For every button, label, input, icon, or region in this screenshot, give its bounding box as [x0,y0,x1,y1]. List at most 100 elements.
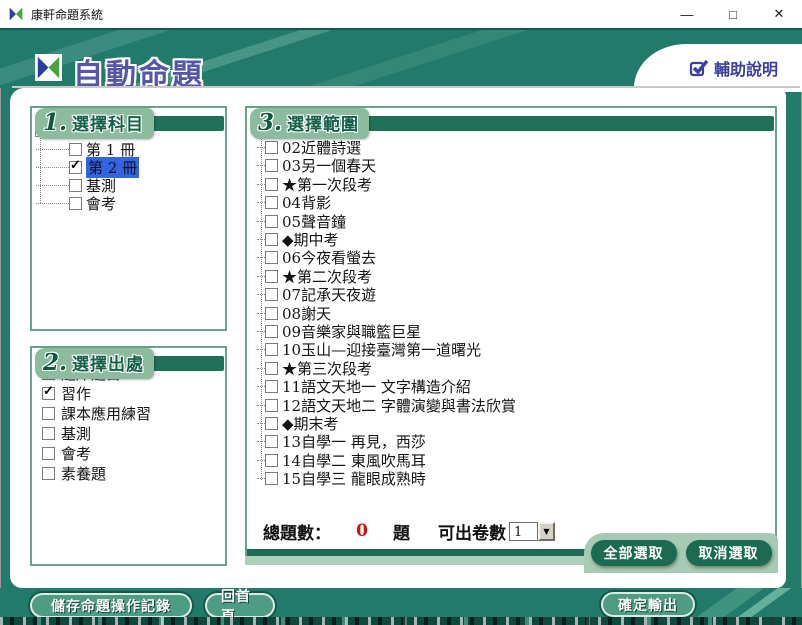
range-item[interactable]: ◆期末考 [257,414,775,432]
checkbox[interactable] [265,435,278,448]
source-option[interactable]: 會考 [42,443,225,463]
divider [12,86,800,88]
item-label[interactable]: 習作 [61,383,91,404]
save-log-button[interactable]: 儲存命題操作記錄 [30,593,192,618]
checkbox[interactable] [69,179,82,192]
checkbox[interactable] [265,178,278,191]
minimize-button[interactable]: — [664,0,710,28]
combo-arrow-button[interactable]: ▼ [538,522,555,541]
checkbox[interactable] [265,380,278,393]
page-title: 自動命題 [73,50,205,88]
item-label[interactable]: 基測 [61,423,91,444]
papers-combobox[interactable]: 1 ▼ [509,522,555,541]
range-item[interactable]: 11語文天地一 文字構造介紹 [257,377,775,395]
range-item[interactable]: 12語文天地二 字體演變與書法欣賞 [257,396,775,414]
checkbox[interactable] [265,196,278,209]
deselect-all-button[interactable]: 取消選取 [686,540,772,566]
checkbox[interactable] [265,454,278,467]
item-label[interactable]: 課本應用練習 [61,403,151,424]
confirm-output-button[interactable]: 確定輸出 [601,592,695,617]
panel-title: 選擇科目 [72,110,144,135]
checkbox[interactable] [265,325,278,338]
panel-select-subject: 1. 選擇科目 國文第 1 冊第 2 冊基測會考 [30,106,227,331]
source-option[interactable]: 習作 [42,383,225,403]
range-item[interactable]: 09音樂家與職籃巨星 [257,322,775,340]
checkbox[interactable] [42,447,55,460]
checkbox[interactable] [42,427,55,440]
tree-connector [257,386,265,387]
range-item[interactable]: 15自學三 龍眼成熟時 [257,469,775,487]
banner-bar [360,116,774,131]
help-label: 輔助說明 [714,56,778,80]
range-item[interactable]: 07記承天夜遊 [257,286,775,304]
tree-connector [36,167,69,168]
panel-select-source: 2. 選擇出處 題庫題目習作課本應用練習基測會考素養題 [30,346,227,566]
source-option[interactable]: 素養題 [42,463,225,483]
checkbox[interactable] [265,399,278,412]
checkbox[interactable] [265,141,278,154]
clipped-marquee-strip [0,617,802,625]
source-option[interactable]: 課本應用練習 [42,403,225,423]
range-item[interactable]: 14自學二 東風吹馬耳 [257,451,775,469]
checkbox[interactable] [265,472,278,485]
range-item[interactable]: 08謝天 [257,304,775,322]
item-label[interactable]: 會考 [86,193,116,214]
range-item[interactable]: 02近體詩選 [257,138,775,156]
tree-node[interactable]: 第 1 冊 [36,140,225,158]
checkbox[interactable] [265,233,278,246]
checkbox[interactable] [42,467,55,480]
tree-connector [257,294,265,295]
checkbox[interactable] [69,161,82,174]
titlebar: 康軒命題系統 — □ ✕ [0,0,802,28]
panel-banner: 2. 選擇出處 [35,349,224,377]
tree-connector [257,221,265,222]
tree-node[interactable]: 基測 [36,176,225,194]
checkbox[interactable] [265,307,278,320]
range-item[interactable]: 04背影 [257,194,775,212]
range-item[interactable]: 10玉山—迎接臺灣第一道曙光 [257,341,775,359]
item-label[interactable]: 會考 [61,443,91,464]
step-number: 3. [258,109,282,136]
item-label[interactable]: 15自學三 龍眼成熟時 [282,468,426,489]
checkbox[interactable] [265,417,278,430]
checkbox[interactable] [265,251,278,264]
item-label[interactable]: 素養題 [61,463,106,484]
range-item[interactable]: ◆期中考 [257,230,775,248]
checkbox[interactable] [265,288,278,301]
tree-node[interactable]: 第 2 冊 [36,158,225,176]
close-button[interactable]: ✕ [756,0,802,28]
tree-connector [257,405,265,406]
tree-connector [257,331,265,332]
deco-stripe [305,28,576,88]
tree-connector [257,349,265,350]
checkbox[interactable] [265,270,278,283]
checkbox[interactable] [265,343,278,356]
tree-connector [257,165,265,166]
combo-value[interactable]: 1 [509,522,538,541]
checkbox[interactable] [265,215,278,228]
checkbox[interactable] [42,387,55,400]
checkbox[interactable] [69,143,82,156]
home-button[interactable]: 回首頁 [205,593,275,618]
range-item[interactable]: 06今夜看螢去 [257,249,775,267]
panel-banner: 1. 選擇科目 [35,109,224,137]
range-item[interactable]: 03另一個春天 [257,157,775,175]
checkbox[interactable] [69,197,82,210]
help-button[interactable]: 輔助說明 [634,44,802,92]
select-all-button[interactable]: 全部選取 [591,540,677,566]
maximize-button[interactable]: □ [710,0,756,28]
checkbox[interactable] [42,407,55,420]
range-item[interactable]: ★第三次段考 [257,359,775,377]
checkbox[interactable] [265,159,278,172]
checkbox[interactable] [265,362,278,375]
tree-node[interactable]: 會考 [36,194,225,212]
range-item[interactable]: ★第一次段考 [257,175,775,193]
range-item[interactable]: 05聲音鐘 [257,212,775,230]
tree-connector [257,184,265,185]
chevron-down-icon: ▼ [543,527,549,535]
source-option[interactable]: 基測 [42,423,225,443]
range-item[interactable]: ★第二次段考 [257,267,775,285]
tree-connector [257,239,265,240]
tree-connector [257,423,265,424]
range-item[interactable]: 13自學一 再見，西莎 [257,433,775,451]
